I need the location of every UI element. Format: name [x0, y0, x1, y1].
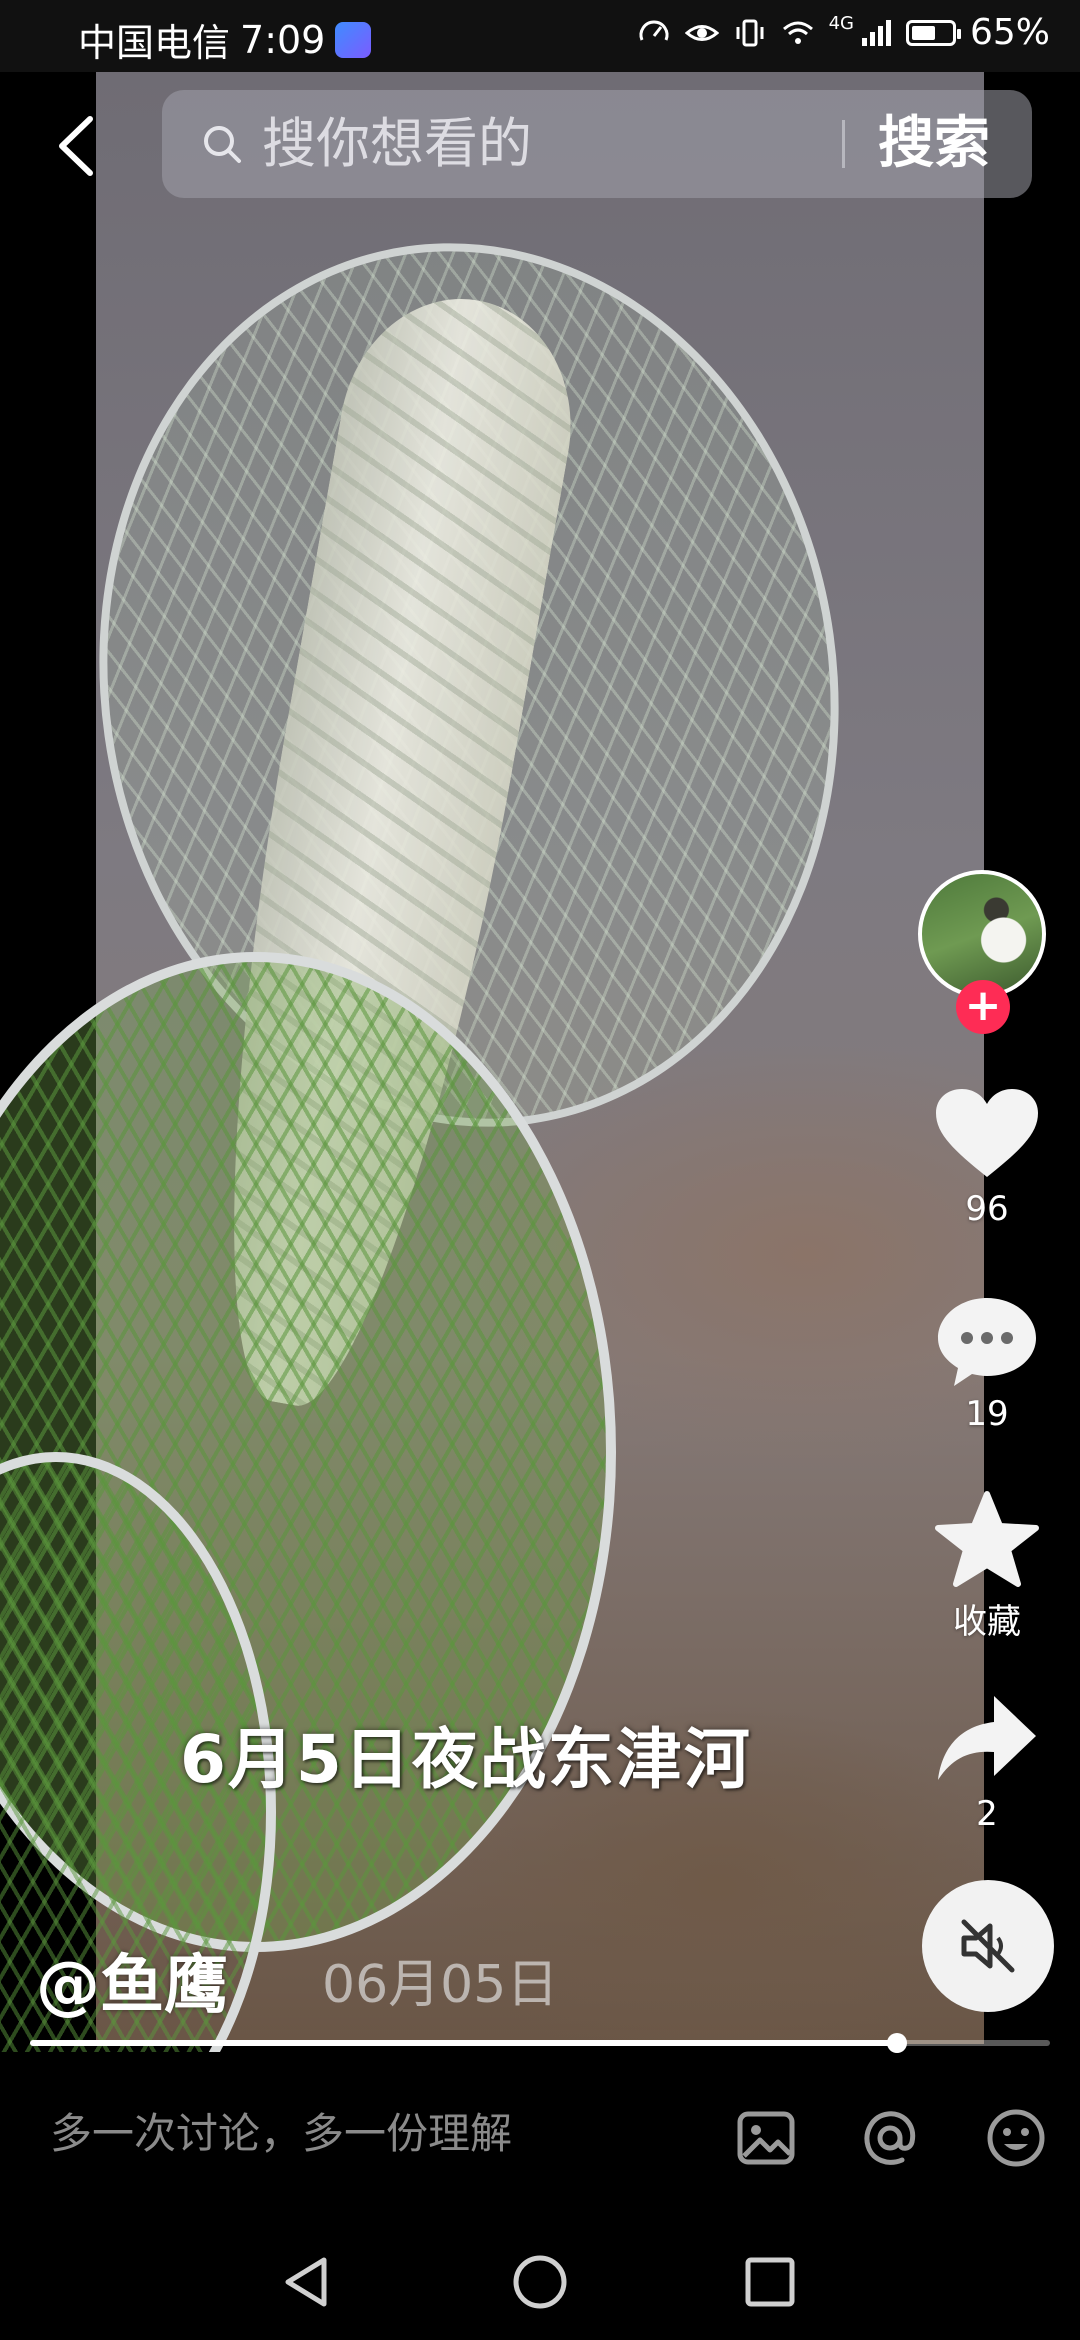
- status-bar: 中国电信 7:09 4G 65%: [0, 0, 1080, 72]
- favorite-button[interactable]: 收藏: [912, 1490, 1062, 1643]
- speaker-muted-icon: [961, 1919, 1015, 1973]
- heart-icon: [936, 1089, 1038, 1177]
- comment-button[interactable]: 19: [912, 1290, 1062, 1434]
- battery-level: [911, 25, 935, 40]
- favorite-label: 收藏: [953, 1602, 1021, 1642]
- share-icon: [938, 1696, 1036, 1780]
- author-avatar[interactable]: [918, 870, 1046, 998]
- eye-icon: [684, 24, 719, 41]
- search-input[interactable]: 搜你想看的: [262, 110, 532, 178]
- author-name[interactable]: @鱼鹰: [36, 1934, 228, 2026]
- search-box[interactable]: 搜你想看的 搜索: [162, 90, 1032, 198]
- signal-icon: [861, 19, 891, 46]
- follow-button[interactable]: +: [956, 980, 1010, 1034]
- progress-handle[interactable]: [887, 2033, 907, 2053]
- emoji-icon[interactable]: [984, 2106, 1048, 2170]
- share-button[interactable]: 2: [912, 1690, 1062, 1834]
- post-date: 06月05日: [322, 1955, 559, 2015]
- clock: 7:09: [240, 17, 326, 62]
- like-button[interactable]: 96: [912, 1085, 1062, 1229]
- progress-bar[interactable]: [30, 2033, 1050, 2053]
- video-screen: 中国电信 7:09 4G 65% 搜你想看的 搜索 + 96 19 收藏 2 6…: [0, 0, 1080, 2340]
- wifi-icon: [782, 21, 813, 44]
- battery-icon: [905, 19, 961, 46]
- comment-icon: [938, 1298, 1036, 1386]
- search-button[interactable]: 搜索: [878, 108, 990, 180]
- share-count: 2: [976, 1794, 998, 1834]
- chevron-left-icon: [59, 116, 93, 176]
- comment-count: 19: [965, 1394, 1009, 1434]
- nav-recents-icon[interactable]: [740, 2252, 800, 2312]
- comment-bar: 多一次讨论，多一份理解: [0, 2052, 1080, 2222]
- mute-button[interactable]: [922, 1880, 1054, 2012]
- at-mention-icon[interactable]: [858, 2106, 922, 2170]
- speedometer-icon: [639, 20, 669, 41]
- image-icon[interactable]: [734, 2106, 798, 2170]
- video-caption: 6月5日夜战东津河: [180, 1721, 752, 1798]
- search-divider: [842, 120, 845, 168]
- back-button[interactable]: [46, 106, 106, 186]
- nav-back-icon[interactable]: [278, 2252, 338, 2312]
- system-nav-bar: [0, 2222, 1080, 2340]
- network-type: 4G: [828, 13, 854, 34]
- carrier-name: 中国电信: [78, 21, 231, 65]
- like-count: 96: [965, 1189, 1009, 1229]
- vibrate-icon: [736, 19, 764, 46]
- app-notification-icon: [335, 21, 372, 58]
- status-right: 4G 65%: [637, 12, 1050, 53]
- battery-percent: 65%: [969, 12, 1050, 53]
- star-icon: [935, 1491, 1039, 1587]
- search-icon: [204, 126, 241, 163]
- comment-input[interactable]: 多一次讨论，多一份理解: [50, 2104, 512, 2164]
- status-left: 中国电信 7:09: [78, 12, 372, 67]
- nav-home-icon[interactable]: [510, 2252, 570, 2312]
- progress-fill: [30, 2040, 897, 2046]
